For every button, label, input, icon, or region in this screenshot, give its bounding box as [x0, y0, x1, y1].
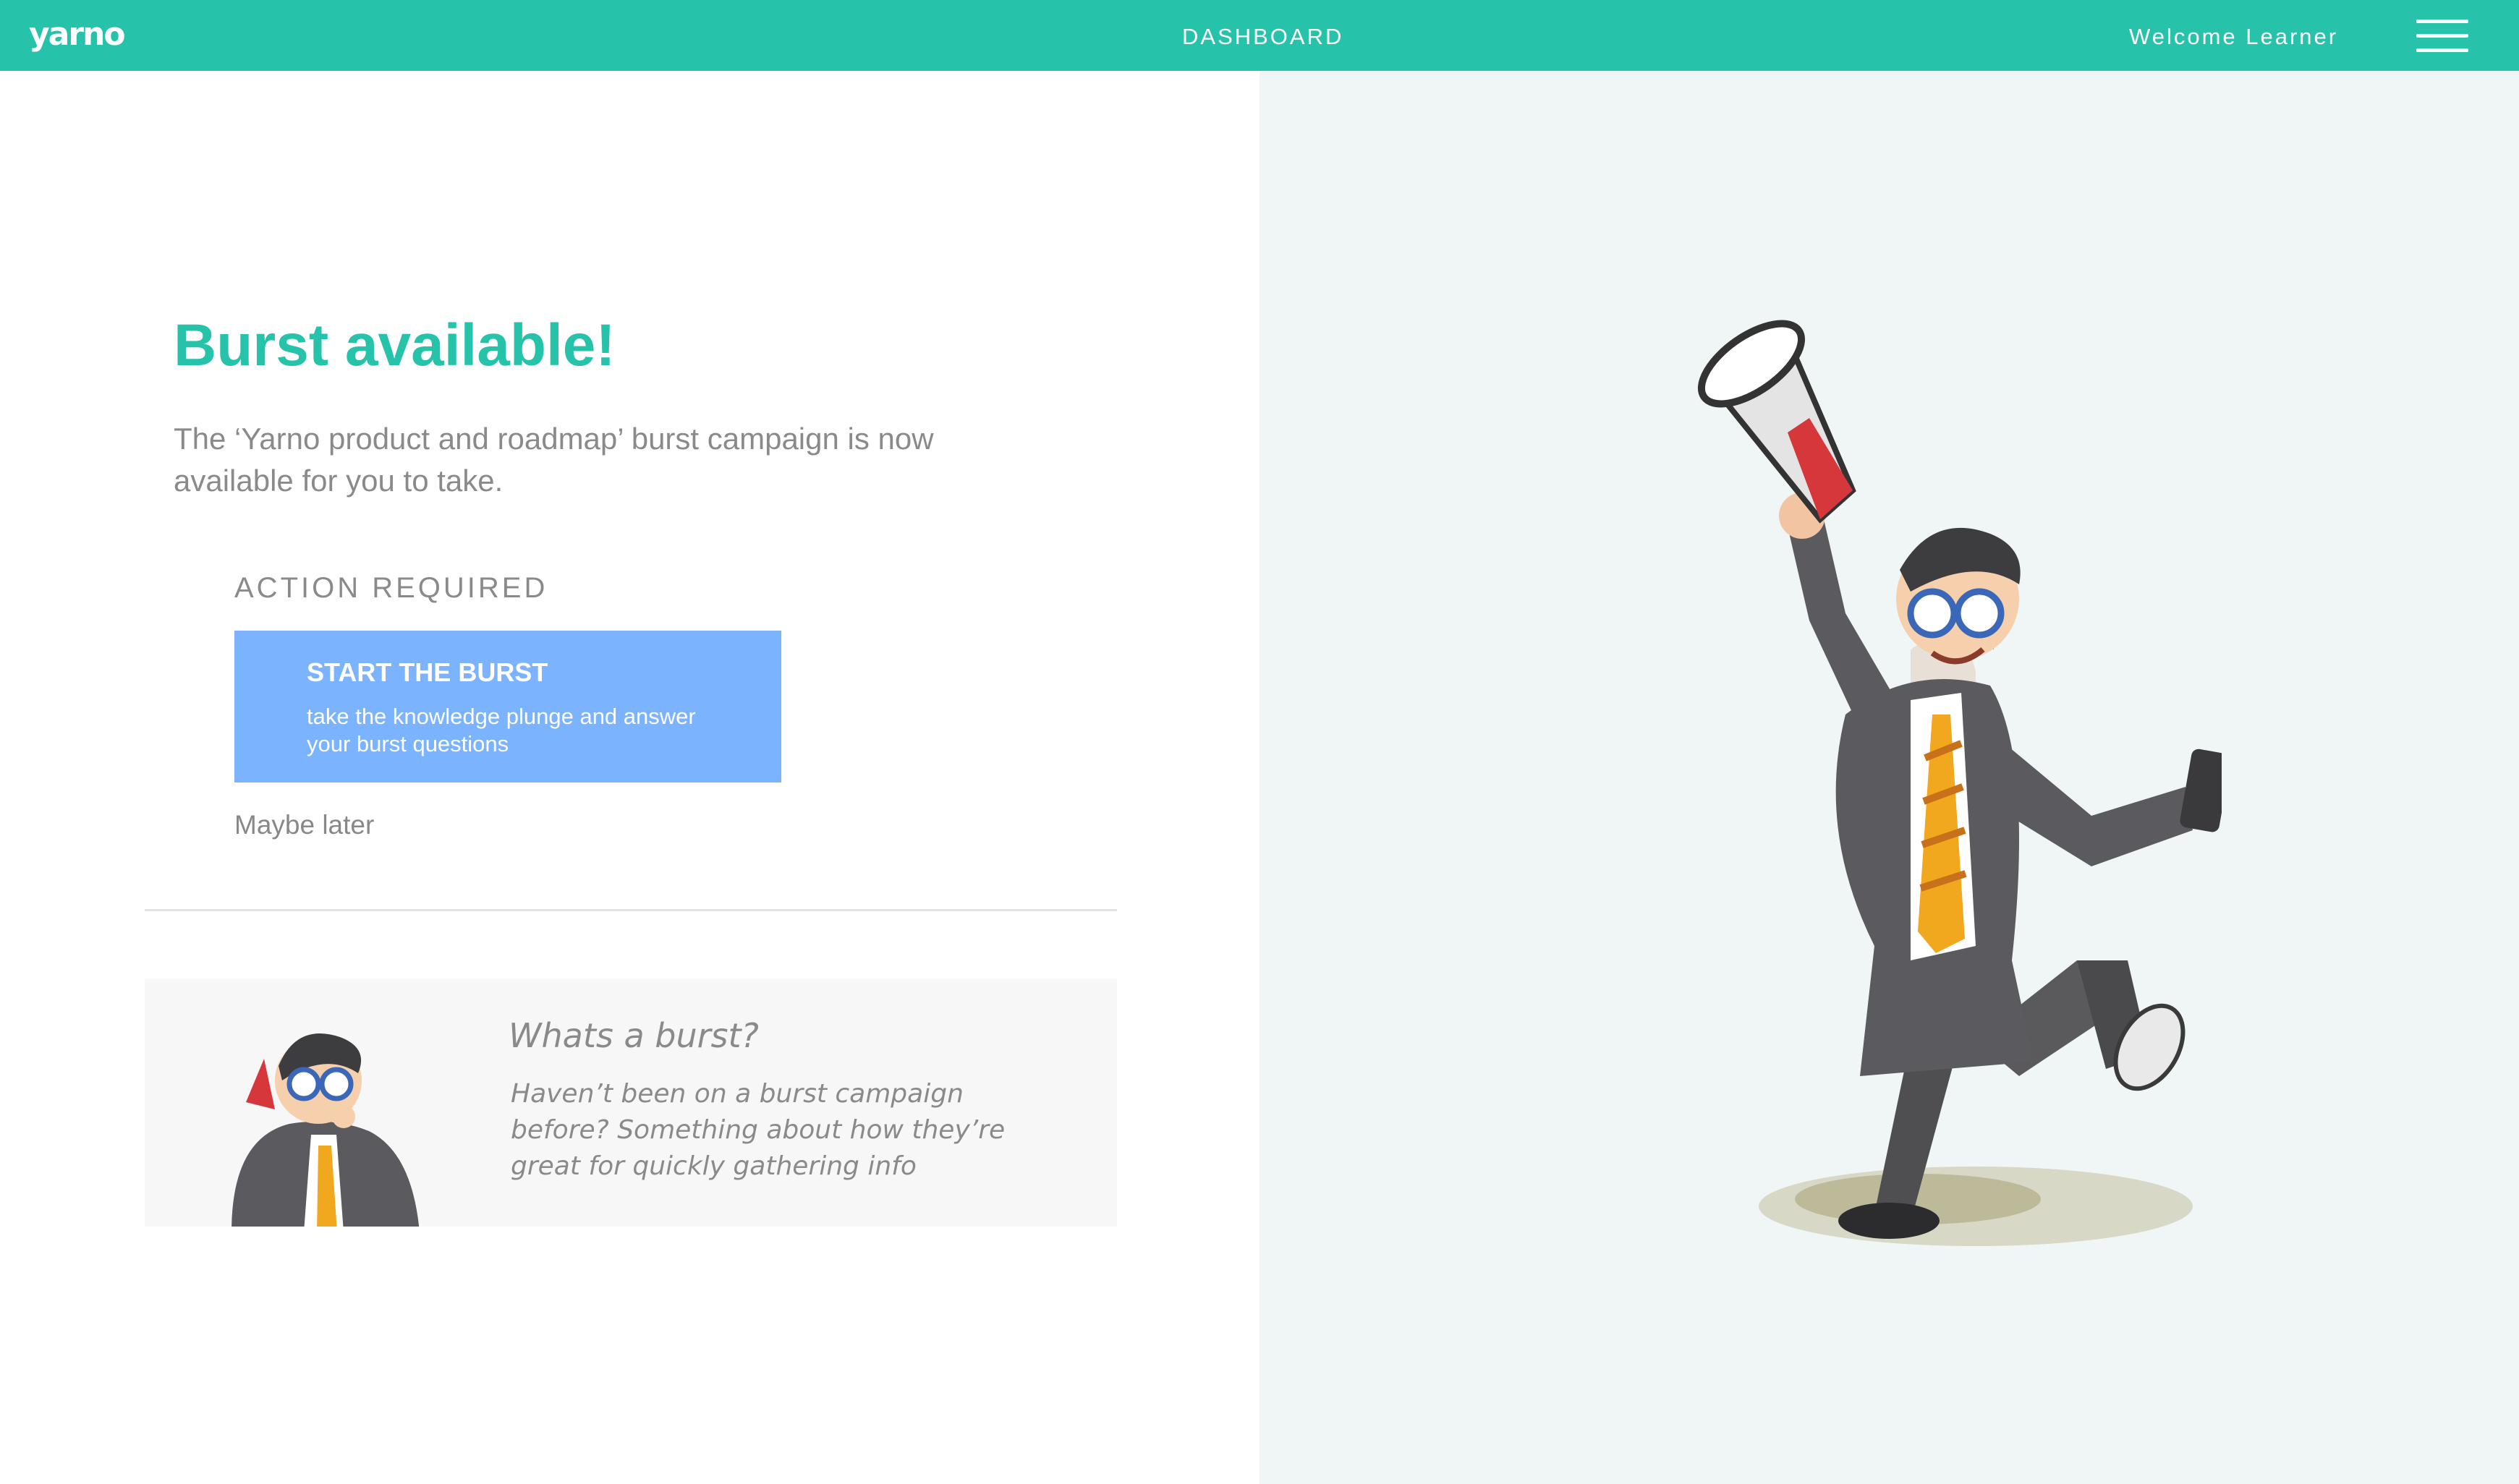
menu-bar	[2416, 34, 2468, 38]
welcome-user-label: Welcome Learner	[2129, 24, 2339, 49]
dashboard-link[interactable]: DASHBOARD	[1182, 22, 1343, 51]
start-burst-subtitle: take the knowledge plunge and answer you…	[307, 704, 696, 756]
yarno-logo[interactable]: yarno	[29, 13, 126, 56]
illustration-panel	[1260, 71, 2519, 1484]
info-card-text: Haven’t been on a burst campaign before?…	[511, 1079, 1006, 1181]
hamburger-menu-icon[interactable]	[2416, 18, 2468, 53]
megaphone-character-illustration	[1697, 320, 2222, 1246]
top-navigation-bar: yarno DASHBOARD Welcome Learner	[0, 0, 2519, 71]
info-card-title: Whats a burst?	[509, 1016, 759, 1055]
start-burst-button[interactable]: START THE BURST take the knowledge plung…	[234, 631, 781, 782]
burst-description: The ‘Yarno product and roadmap’ burst ca…	[174, 422, 934, 498]
action-required-label: ACTION REQUIRED	[234, 572, 548, 604]
section-divider	[145, 909, 1117, 911]
page-title: Burst available!	[174, 312, 616, 378]
thinking-character-illustration	[231, 1033, 420, 1227]
whats-a-burst-card: Whats a burst? Haven’t been on a burst c…	[145, 979, 1117, 1227]
maybe-later-link[interactable]: Maybe later	[234, 807, 374, 843]
menu-bar	[2416, 20, 2468, 23]
menu-bar	[2416, 48, 2468, 52]
start-burst-title: START THE BURST	[307, 657, 548, 687]
